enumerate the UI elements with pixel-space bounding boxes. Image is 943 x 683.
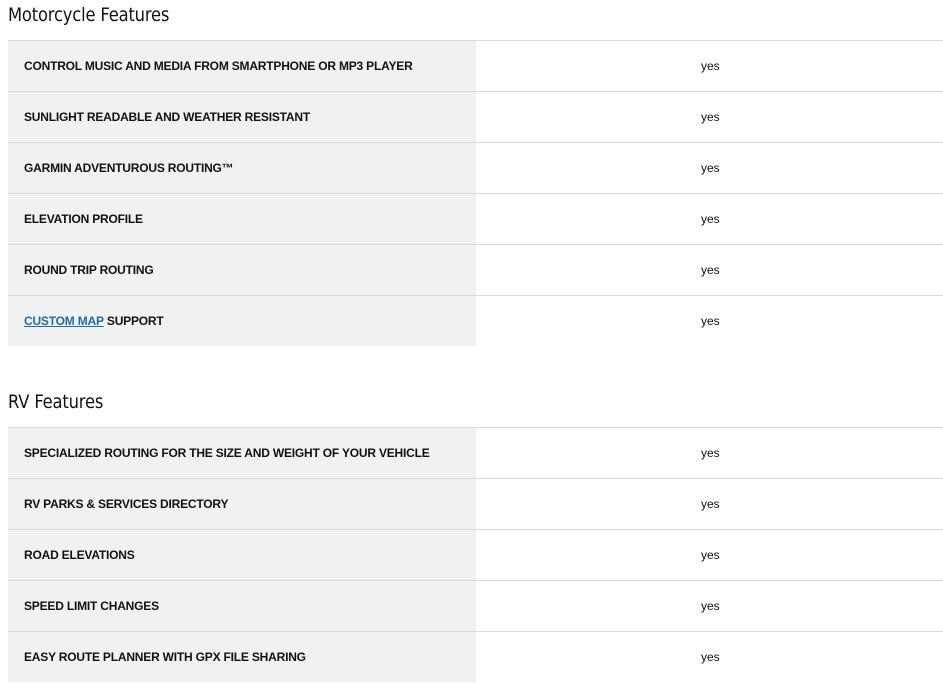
rv-features-heading: RV Features xyxy=(8,391,104,413)
feature-label: SPEED LIMIT CHANGES xyxy=(8,581,476,631)
table-row: ELEVATION PROFILE yes xyxy=(8,194,943,245)
feature-value: yes xyxy=(701,599,720,613)
feature-value: yes xyxy=(701,446,720,460)
feature-label: SPECIALIZED ROUTING FOR THE SIZE AND WEI… xyxy=(8,428,476,478)
motorcycle-features-heading: Motorcycle Features xyxy=(8,4,170,26)
table-row: RV PARKS & SERVICES DIRECTORY yes xyxy=(8,479,943,530)
feature-value: yes xyxy=(701,161,720,175)
table-row: ROAD ELEVATIONS yes xyxy=(8,530,943,581)
table-row: SUNLIGHT READABLE AND WEATHER RESISTANT … xyxy=(8,92,943,143)
table-row: CUSTOM MAP SUPPORT yes xyxy=(8,296,943,346)
feature-label: CUSTOM MAP SUPPORT xyxy=(8,296,476,346)
feature-label-suffix: SUPPORT xyxy=(103,314,164,328)
feature-value: yes xyxy=(701,650,720,664)
feature-label: SUNLIGHT READABLE AND WEATHER RESISTANT xyxy=(8,92,476,142)
table-row: EASY ROUTE PLANNER WITH GPX FILE SHARING… xyxy=(8,632,943,682)
feature-label: ROAD ELEVATIONS xyxy=(8,530,476,580)
motorcycle-features-table: CONTROL MUSIC AND MEDIA FROM SMARTPHONE … xyxy=(8,40,943,346)
feature-value: yes xyxy=(701,548,720,562)
table-row: SPECIALIZED ROUTING FOR THE SIZE AND WEI… xyxy=(8,428,943,479)
feature-value: yes xyxy=(701,212,720,226)
feature-value: yes xyxy=(701,59,720,73)
feature-label: RV PARKS & SERVICES DIRECTORY xyxy=(8,479,476,529)
table-row: ROUND TRIP ROUTING yes xyxy=(8,245,943,296)
feature-label: ELEVATION PROFILE xyxy=(8,194,476,244)
feature-label: EASY ROUTE PLANNER WITH GPX FILE SHARING xyxy=(8,632,476,682)
rv-features-table: SPECIALIZED ROUTING FOR THE SIZE AND WEI… xyxy=(8,427,943,682)
feature-value: yes xyxy=(701,314,720,328)
feature-label: ROUND TRIP ROUTING xyxy=(8,245,476,295)
table-row: GARMIN ADVENTUROUS ROUTING™ yes xyxy=(8,143,943,194)
feature-value: yes xyxy=(701,263,720,277)
feature-value: yes xyxy=(701,497,720,511)
feature-label: CONTROL MUSIC AND MEDIA FROM SMARTPHONE … xyxy=(8,41,476,91)
custom-map-link[interactable]: CUSTOM MAP xyxy=(24,314,104,328)
feature-label: GARMIN ADVENTUROUS ROUTING™ xyxy=(8,143,476,193)
table-row: CONTROL MUSIC AND MEDIA FROM SMARTPHONE … xyxy=(8,41,943,92)
feature-value: yes xyxy=(701,110,720,124)
table-row: SPEED LIMIT CHANGES yes xyxy=(8,581,943,632)
